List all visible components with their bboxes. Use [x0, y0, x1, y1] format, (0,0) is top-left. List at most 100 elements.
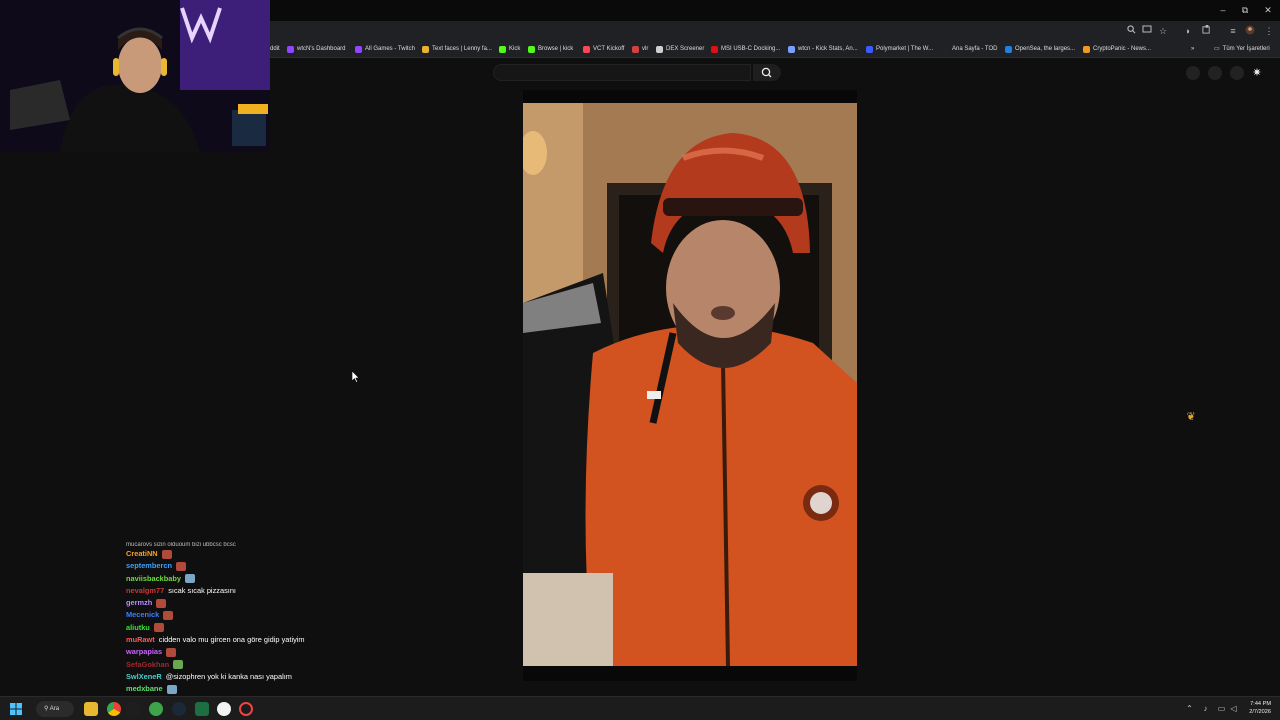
green-app-icon[interactable]	[149, 702, 163, 716]
chat-username[interactable]: SwlXeneR	[126, 671, 162, 683]
streamer-webcam-image	[0, 0, 270, 152]
volume-icon[interactable]: ◁	[1229, 704, 1238, 713]
chat-username[interactable]: muRawt	[126, 634, 155, 646]
chat-username[interactable]: warpapias	[126, 646, 162, 658]
chat-message: medxbane	[126, 683, 386, 695]
close-button[interactable]: ✕	[1261, 4, 1275, 16]
bookmark-label: VCT Kickoff	[593, 46, 625, 52]
chat-username[interactable]: septembercn	[126, 560, 172, 572]
chat-text: cidden valo mu gircen ona göre gidip yat…	[158, 635, 305, 645]
gg-emote	[173, 660, 184, 670]
maximize-button[interactable]: ⧉	[1238, 4, 1252, 16]
bookmark-item[interactable]: vlr	[632, 44, 648, 55]
steam-icon[interactable]	[172, 702, 186, 716]
settings-gear-icon[interactable]: ✷	[1250, 66, 1264, 80]
action-button[interactable]	[1208, 66, 1222, 80]
taskbar-search[interactable]: ⚲ Ara	[36, 701, 74, 717]
chat-overlay: mucarovs sizin olduoum bizi ubbcsc bcsc …	[126, 542, 386, 702]
bookmark-label: Text faces | Lenny fa...	[432, 46, 492, 52]
chat-text: @sizophren yok ki kanka nası yapalım	[165, 671, 292, 681]
bookmark-label: MSI USB-C Docking...	[721, 46, 781, 52]
minimize-button[interactable]: –	[1216, 4, 1230, 16]
bookmark-item[interactable]: All Games - Twitch	[355, 44, 415, 55]
chat-partial-line: mucarovs sizin olduoum bizi ubbcsc bcsc	[126, 542, 236, 548]
search-icon	[761, 67, 772, 78]
chat-message: aliutku	[126, 622, 386, 634]
extensions-icon[interactable]	[1200, 25, 1212, 37]
bookmark-item[interactable]: wtcn - Kick Stats, An...	[788, 44, 858, 55]
start-icon[interactable]	[9, 702, 23, 716]
chat-username[interactable]: nevalgm77	[126, 585, 164, 597]
app-icon[interactable]	[126, 702, 140, 716]
bookmark-item[interactable]: VCT Kickoff	[583, 44, 624, 55]
bookmark-item[interactable]: Text faces | Lenny fa...	[422, 44, 492, 55]
bookmark-star-icon[interactable]: ☆	[1157, 25, 1169, 37]
zoom-icon[interactable]	[1125, 25, 1137, 37]
chat-username[interactable]: CreatiNN	[126, 548, 158, 560]
bookmark-label: CryptoPanic - News...	[1093, 46, 1152, 52]
bookmark-item[interactable]: Ana Sayfa - TOD	[942, 44, 997, 55]
tray-overflow-icon[interactable]: ⌃	[1185, 704, 1194, 713]
bookmark-item[interactable]: ddit	[270, 44, 280, 55]
action-button[interactable]	[1186, 66, 1200, 80]
chat-message: germzh	[126, 597, 386, 609]
excel-icon[interactable]	[195, 702, 209, 716]
clock[interactable]: 7:44 PM 2/7/2026	[1249, 700, 1271, 716]
chat-message: SefaGokhan	[126, 659, 386, 671]
kick-icon	[499, 46, 506, 53]
action-button[interactable]	[1230, 66, 1244, 80]
chat-username[interactable]: medxbane	[126, 683, 163, 695]
chat-username[interactable]: SefaGokhan	[126, 659, 169, 671]
bookmark-item[interactable]: Browse | kick	[528, 44, 573, 55]
search-button[interactable]	[753, 64, 781, 81]
menu-kebab-icon[interactable]: ⋮	[1263, 25, 1275, 37]
bookmarks-bar: ddit wtcN's Dashboard All Games - Twitch Te…	[270, 41, 1280, 58]
chat-message-list: CreatiNN septembercn naviisbackbaby nevalgm…	[126, 548, 386, 696]
chat-message: CreatiNN	[126, 548, 386, 560]
bookmark-item[interactable]: wtcN's Dashboard	[287, 44, 346, 55]
audio-extension-icon[interactable]: ◗	[1182, 25, 1194, 37]
chat-username[interactable]: Mecenick	[126, 609, 159, 621]
chat-message: warpapias	[126, 646, 386, 658]
bookmark-item[interactable]: DEX Screener	[656, 44, 704, 55]
chat-text: sıcak sıcak pizzasını	[168, 585, 236, 595]
reading-list-icon[interactable]: ≡	[1227, 25, 1239, 37]
twitch-icon	[355, 46, 362, 53]
opensea-icon	[1005, 46, 1012, 53]
bookmark-label: vlr	[642, 46, 649, 52]
bookmark-item[interactable]: CryptoPanic - News...	[1083, 44, 1151, 55]
face-emote	[166, 684, 177, 694]
tod-icon	[942, 46, 949, 53]
all-bookmarks-button[interactable]: ▭ Tüm Yer İşaretleri	[1214, 44, 1270, 55]
pizza-emote	[163, 611, 174, 621]
chat-username[interactable]: aliutku	[126, 622, 150, 634]
bookmark-item[interactable]: OpenSea, the larges...	[1005, 44, 1075, 55]
chat-username[interactable]: germzh	[126, 597, 152, 609]
cast-icon[interactable]	[1141, 25, 1153, 37]
valorant-icon	[583, 46, 590, 53]
search-input[interactable]	[493, 64, 751, 81]
bookmark-item[interactable]: Kick	[499, 44, 520, 55]
duck-extension-icon[interactable]: ❦	[1184, 410, 1198, 424]
bookmark-label: Ana Sayfa - TOD	[952, 46, 998, 52]
mouse-cursor-icon	[352, 371, 360, 383]
obs-icon[interactable]	[217, 702, 231, 716]
profile-avatar[interactable]	[1244, 25, 1256, 37]
bookmark-item[interactable]: Polymarket | The W...	[866, 44, 933, 55]
bookmarks-overflow-button[interactable]: »	[1191, 44, 1194, 55]
twitch-icon	[287, 46, 294, 53]
microphone-icon[interactable]: ♪	[1201, 704, 1210, 713]
face-emote	[185, 574, 196, 584]
bookmark-label: wtcN's Dashboard	[297, 46, 346, 52]
bookmark-label: ddit	[270, 46, 280, 52]
bookmark-item[interactable]: MSI USB-C Docking...	[711, 44, 780, 55]
bookmark-label: OpenSea, the larges...	[1015, 46, 1076, 52]
refresh-app-icon[interactable]	[239, 702, 253, 716]
chrome-icon[interactable]	[107, 702, 121, 716]
webcam-overlay	[0, 0, 270, 152]
video-content[interactable]	[523, 103, 857, 666]
chat-username[interactable]: naviisbackbaby	[126, 573, 181, 585]
display-icon[interactable]: ▭	[1217, 704, 1226, 713]
file-explorer-icon[interactable]	[84, 702, 98, 716]
chat-message: SwlXeneR @sizophren yok ki kanka nası yap…	[126, 671, 386, 683]
